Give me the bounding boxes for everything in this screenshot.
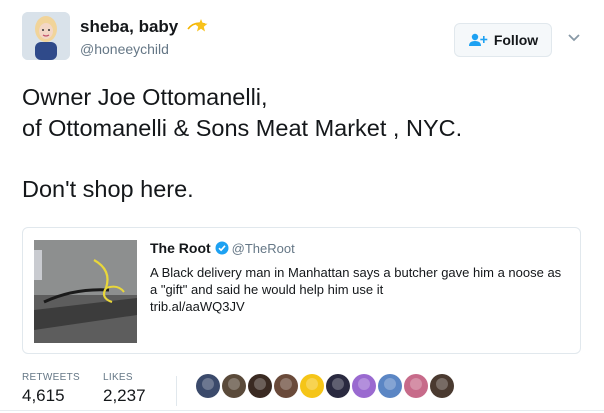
liker-avatar[interactable]	[352, 374, 376, 398]
liker-avatar[interactable]	[222, 374, 246, 398]
liker-avatar[interactable]	[274, 374, 298, 398]
add-user-icon	[468, 33, 488, 46]
bottom-divider	[0, 410, 604, 411]
quoted-tweet-link: trib.al/aaWQ3JV	[150, 299, 245, 314]
quoted-tweet-text: A Black delivery man in Manhattan says a…	[150, 265, 562, 297]
author-avatar[interactable]	[22, 12, 70, 60]
author-handle[interactable]: @honeeychild	[80, 41, 169, 57]
tweet-line: Don't shop here.	[22, 176, 194, 202]
liker-avatar[interactable]	[430, 374, 454, 398]
retweets-count: 4,615	[22, 386, 65, 405]
author-display-name[interactable]: sheba, baby	[80, 17, 178, 37]
liker-avatar[interactable]	[248, 374, 272, 398]
follow-button[interactable]: Follow	[454, 23, 552, 57]
quoted-tweet[interactable]: The Root @TheRoot A Black delivery man in…	[22, 227, 581, 354]
tweet-line: of Ottomanelli & Sons Meat Market , NYC.	[22, 115, 463, 141]
tweet-line: Owner Joe Ottomanelli,	[22, 84, 268, 110]
likes-stat[interactable]: LIKES 2,237	[103, 372, 146, 406]
follow-button-label: Follow	[493, 32, 539, 48]
likes-count: 2,237	[103, 386, 146, 405]
tweet-header: sheba, baby @honeeychild Follow	[22, 12, 582, 64]
verified-badge-icon	[215, 241, 229, 260]
quoted-author-name: The Root	[150, 240, 211, 256]
liker-avatar[interactable]	[378, 374, 402, 398]
quoted-tweet-body: The Root @TheRoot A Black delivery man in…	[150, 240, 570, 315]
quoted-tweet-image	[34, 240, 137, 343]
quoted-author-handle: @TheRoot	[231, 241, 295, 256]
likes-label: LIKES	[103, 372, 133, 383]
dizzy-star-icon	[187, 17, 209, 42]
retweets-stat[interactable]: RETWEETS 4,615	[22, 372, 80, 406]
stats-divider	[176, 376, 177, 406]
chevron-down-icon[interactable]	[567, 30, 581, 48]
liker-avatar[interactable]	[300, 374, 324, 398]
liker-avatar[interactable]	[326, 374, 350, 398]
liker-avatar[interactable]	[196, 374, 220, 398]
retweets-label: RETWEETS	[22, 372, 80, 383]
tweet-text: Owner Joe Ottomanelli, of Ottomanelli & …	[22, 82, 587, 205]
liker-avatar[interactable]	[404, 374, 428, 398]
